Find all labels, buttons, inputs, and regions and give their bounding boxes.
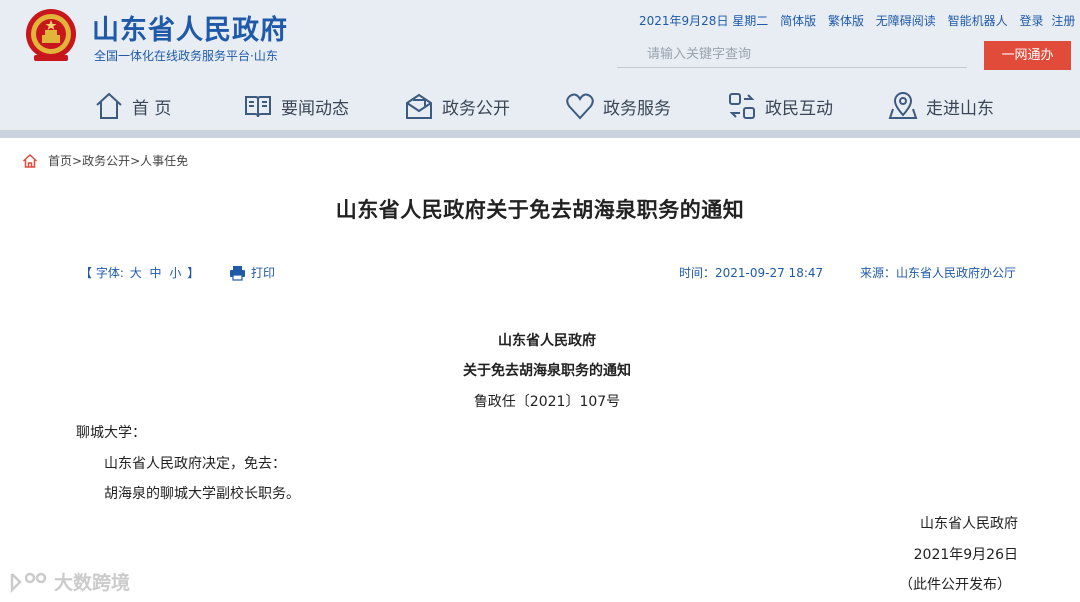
document-issuer: 山东省人民政府 (498, 333, 596, 349)
site-title[interactable]: 山东省人民政府 (92, 8, 288, 47)
one-net-service-button[interactable]: 一网通办 (984, 41, 1071, 70)
nav-label: 政务服务 (603, 98, 671, 119)
header-divider (0, 130, 1080, 138)
font-small-button[interactable]: 小 (169, 266, 181, 280)
breadcrumb-separator: > (130, 153, 141, 168)
book-icon (245, 96, 271, 118)
heart-icon (566, 93, 594, 120)
breadcrumb-separator: > (72, 153, 83, 168)
top-links: 2021年9月28日 星期二 简体版 繁体版 无障碍阅读 智能机器人 登录 注册 (639, 12, 1080, 29)
printer-icon (230, 265, 245, 281)
watermark-logo-icon (10, 572, 47, 593)
nav-label: 政民互动 (765, 98, 833, 119)
robot-link[interactable]: 智能机器人 (948, 14, 1008, 28)
nav-government-affairs[interactable]: 政务公开 (404, 86, 510, 126)
nav-interaction[interactable]: 政民互动 (727, 86, 833, 126)
print-label: 打印 (251, 266, 276, 280)
font-medium-button[interactable]: 中 (150, 266, 162, 280)
home-icon[interactable] (22, 153, 38, 169)
font-label: 【 字体: (80, 266, 128, 280)
nav-label: 政务公开 (442, 98, 510, 119)
accessible-reading-link[interactable]: 无障碍阅读 (876, 14, 936, 28)
breadcrumb-personnel[interactable]: 人事任免 (140, 152, 188, 169)
simplified-link[interactable]: 简体版 (780, 14, 816, 28)
document-heading: 关于免去胡海泉职务的通知 (463, 363, 631, 379)
home-icon (96, 92, 122, 119)
mail-icon (406, 93, 432, 119)
search-input[interactable] (617, 42, 967, 68)
current-date: 2021年9月28日 星期二 (639, 14, 769, 28)
breadcrumb-home[interactable]: 首页 (48, 152, 72, 169)
publish-time: 时间：2021-09-27 18:47 (679, 266, 824, 280)
nav-news[interactable]: 要闻动态 (243, 86, 349, 126)
font-label-close: 】 (187, 266, 200, 280)
interaction-icon (729, 93, 755, 119)
nav-government-services[interactable]: 政务服务 (565, 86, 671, 126)
nav-discover-shandong[interactable]: 走进山东 (888, 86, 994, 126)
site-subtitle: 全国一体化在线政务服务平台·山东 (94, 49, 278, 63)
main-nav: 首 页 要闻动态 政务公开 政务服务 政民互动 走进山东 (0, 86, 1080, 126)
nav-label: 要闻动态 (281, 98, 349, 119)
nav-label: 首 页 (132, 98, 172, 119)
document-body-line: 胡海泉的聊城大学副校长职务。 (104, 486, 300, 502)
font-size-control: 【 字体: 大 中 小 】 (80, 264, 199, 281)
document-note: （此件公开发布） (899, 577, 1011, 593)
document-date: 2021年9月26日 (913, 547, 1018, 563)
font-large-button[interactable]: 大 (130, 266, 142, 280)
map-pin-icon (888, 92, 918, 119)
national-emblem-icon[interactable] (24, 8, 78, 64)
document-addressee: 聊城大学： (76, 425, 146, 441)
article-title: 山东省人民政府关于免去胡海泉职务的通知 (335, 198, 745, 222)
breadcrumb: 首页 > 政务公开 > 人事任免 (22, 152, 188, 169)
article-meta: 【 字体: 大 中 小 】 打印 时间：2021-09-27 18:47 来源：… (0, 264, 1080, 284)
login-link[interactable]: 登录 (1019, 14, 1043, 28)
watermark-text: 大数跨境 (54, 572, 131, 594)
document-body-line: 山东省人民政府决定，免去： (104, 456, 286, 472)
document-number: 鲁政任〔2021〕107号 (473, 394, 621, 410)
publish-source: 来源：山东省人民政府办公厅 (860, 266, 1017, 280)
document-signature: 山东省人民政府 (920, 516, 1018, 532)
print-button[interactable]: 打印 (229, 264, 275, 281)
watermark: 大数跨境 (8, 568, 130, 595)
register-link[interactable]: 注册 (1051, 14, 1075, 28)
nav-label: 走进山东 (926, 98, 994, 119)
traditional-link[interactable]: 繁体版 (828, 14, 864, 28)
nav-home[interactable]: 首 页 (94, 86, 171, 126)
breadcrumb-government-affairs[interactable]: 政务公开 (82, 152, 130, 169)
